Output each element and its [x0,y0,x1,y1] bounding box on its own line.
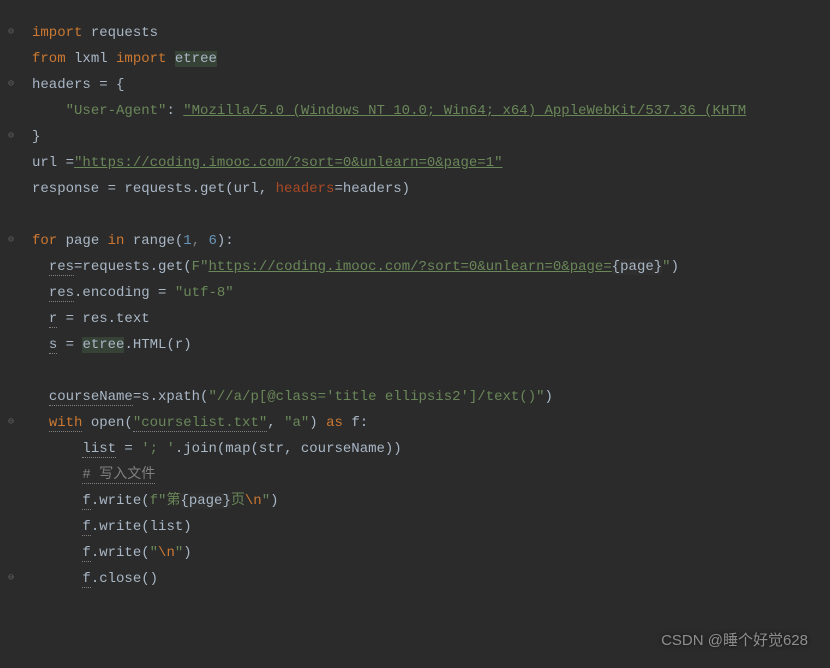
code-editor[interactable]: ⊖ ⊖ ⊖ ⊖ ⊖ ⊖ import requests from lxml im… [0,0,830,612]
fold-icon[interactable] [0,46,22,72]
code-line[interactable]: f.write(f"第{page}页\n") [22,488,830,514]
fold-icon[interactable]: ⊖ [0,124,22,150]
code-line[interactable]: r = res.text [22,306,830,332]
code-line[interactable]: courseName=s.xpath("//a/p[@class='title … [22,384,830,410]
gutter: ⊖ ⊖ ⊖ ⊖ ⊖ ⊖ [0,20,22,592]
code-line[interactable]: # 写入文件 [22,462,830,488]
code-line[interactable] [22,358,830,384]
code-line[interactable]: res=requests.get(F"https://coding.imooc.… [22,254,830,280]
code-line[interactable]: list = '; '.join(map(str, courseName)) [22,436,830,462]
code-line[interactable]: "User-Agent": "Mozilla/5.0 (Windows NT 1… [22,98,830,124]
code-line[interactable]: } [22,124,830,150]
code-line[interactable]: f.write("\n") [22,540,830,566]
fold-icon[interactable]: ⊖ [0,72,22,98]
fold-icon[interactable]: ⊖ [0,20,22,46]
code-line[interactable]: for page in range(1, 6): [22,228,830,254]
code-line[interactable]: s = etree.HTML(r) [22,332,830,358]
fold-icon[interactable]: ⊖ [0,566,22,592]
code-line[interactable]: f.close() [22,566,830,592]
code-line[interactable]: url ="https://coding.imooc.com/?sort=0&u… [22,150,830,176]
code-line[interactable]: headers = { [22,72,830,98]
fold-icon[interactable]: ⊖ [0,410,22,436]
code-line[interactable]: from lxml import etree [22,46,830,72]
fold-icon[interactable]: ⊖ [0,228,22,254]
code-line[interactable]: f.write(list) [22,514,830,540]
code-line[interactable]: with open("courselist.txt", "a") as f: [22,410,830,436]
code-line[interactable]: response = requests.get(url, headers=hea… [22,176,830,202]
code-line[interactable]: res.encoding = "utf-8" [22,280,830,306]
code-line[interactable]: import requests [22,20,830,46]
watermark: CSDN @睡个好觉628 [661,628,808,654]
code-line[interactable] [22,202,830,228]
